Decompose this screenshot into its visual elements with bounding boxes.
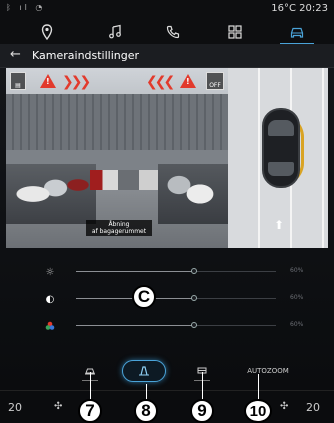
right-temperature[interactable]: 20 xyxy=(306,401,320,414)
left-fan-icon[interactable]: ✣ xyxy=(54,401,62,412)
color-icon xyxy=(44,320,56,332)
caption-line-2: af bagagerummet xyxy=(91,228,147,235)
sensor-off-label: OFF xyxy=(209,82,221,89)
warning-right-icon: ! xyxy=(180,74,196,88)
contrast-slider-row: ◐ 60% xyxy=(0,291,334,307)
trunk-opening-caption: Åbning af bagagerummet xyxy=(86,220,152,236)
callout-10: 10 xyxy=(244,399,272,423)
autozoom-label: AUTOZOOM xyxy=(247,367,289,375)
camera-building xyxy=(6,94,228,150)
brightness-track[interactable] xyxy=(76,271,194,272)
bluetooth-icon: ᛒ xyxy=(6,3,14,12)
contrast-value: 60% xyxy=(290,294,304,301)
contrast-icon: ◐ xyxy=(45,293,55,305)
title-bar: ← Kameraindstillinger xyxy=(0,44,334,68)
car-icon[interactable] xyxy=(280,22,314,45)
temperature: 16°C xyxy=(271,3,296,14)
parked-cars-left xyxy=(6,164,96,224)
brightness-knob[interactable] xyxy=(191,268,197,274)
callout-9: 9 xyxy=(190,399,214,423)
warning-left-icon: ! xyxy=(40,74,56,88)
wifi-icon: ◔ xyxy=(35,3,46,12)
brightness-slider-row: ☼ 60% xyxy=(0,264,334,280)
brightness-icon: ☼ xyxy=(45,266,55,278)
trunk-camera-icon[interactable]: ▤ xyxy=(10,72,26,90)
climate-bar: 20 ✣ ✣ 20 xyxy=(0,390,334,423)
callout-7: 7 xyxy=(78,399,102,423)
caption-line-1: Åbning xyxy=(108,221,130,228)
phone-icon[interactable] xyxy=(162,22,184,42)
direction-up-icon: ⬆ xyxy=(274,218,285,232)
top-down-view: ⬆ xyxy=(228,68,328,248)
color-value: 60% xyxy=(290,321,304,328)
navigation-icon[interactable] xyxy=(36,22,58,42)
main-nav xyxy=(0,20,334,45)
clock: 20:23 xyxy=(299,3,328,14)
callout-c: C xyxy=(132,285,156,309)
sensor-off-button[interactable]: OFF xyxy=(206,72,224,90)
parked-cars-right xyxy=(158,164,228,224)
brightness-value: 60% xyxy=(290,267,304,274)
status-icons: ᛒ ıl ◔ xyxy=(6,3,45,12)
music-icon[interactable] xyxy=(104,22,126,42)
left-temperature[interactable]: 20 xyxy=(8,401,22,414)
autozoom-button[interactable]: AUTOZOOM xyxy=(240,360,296,382)
image-adjust-sliders: ☼ 60% ◐ 60% 60% xyxy=(0,262,334,332)
contrast-knob[interactable] xyxy=(191,295,197,301)
page-title: Kameraindstillinger xyxy=(32,49,140,62)
color-track[interactable] xyxy=(76,325,194,326)
panoramic-mode-button[interactable] xyxy=(122,360,166,382)
parked-cars-middle xyxy=(90,170,160,190)
status-bar: ᛒ ıl ◔ 16°C 20:23 xyxy=(0,0,334,20)
infotainment-screen: ᛒ ıl ◔ 16°C 20:23 ← Kameraindstillinger xyxy=(0,0,334,423)
right-fan-icon[interactable]: ✣ xyxy=(280,401,288,412)
color-slider-row: 60% xyxy=(0,318,334,334)
back-arrow-icon[interactable]: ← xyxy=(10,47,21,62)
apps-icon[interactable] xyxy=(224,22,246,42)
rear-camera-view: ▤ ! ❯❯❯ ❮❮❮ ! OFF Åbning af bagagerummet xyxy=(6,68,228,248)
callout-8: 8 xyxy=(134,399,158,423)
status-right: 16°C 20:23 xyxy=(271,3,328,14)
chevron-right-alert-icon: ❯❯❯ xyxy=(62,74,91,90)
signal-icon: ıl xyxy=(19,3,30,12)
vehicle-top-icon xyxy=(262,108,300,188)
chevron-left-alert-icon: ❮❮❮ xyxy=(146,74,175,90)
color-knob[interactable] xyxy=(191,322,197,328)
